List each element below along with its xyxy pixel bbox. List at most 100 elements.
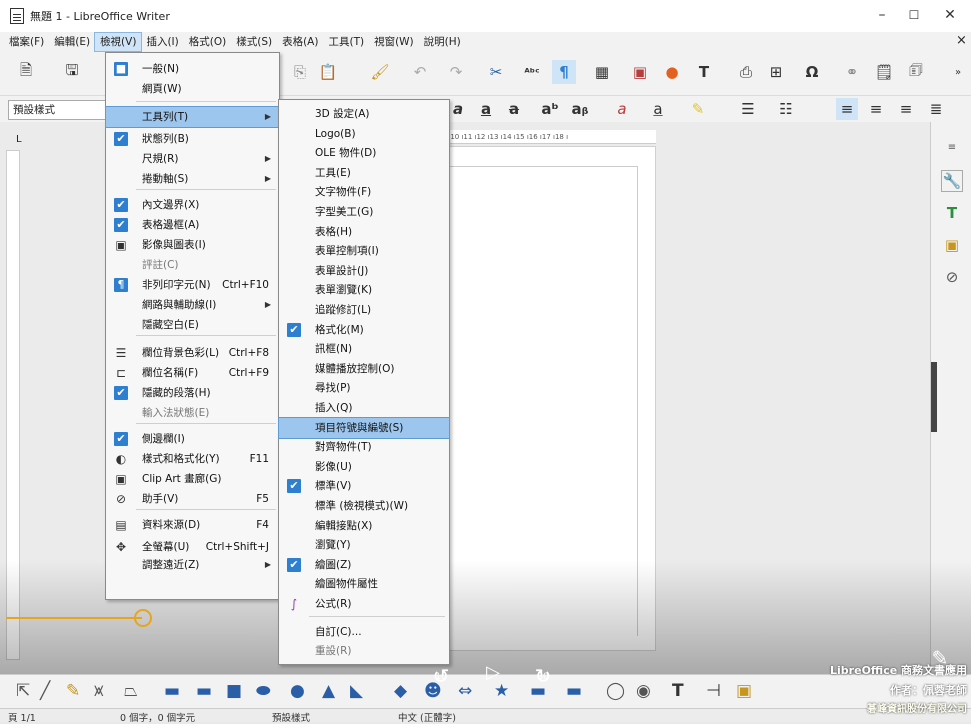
view-menu-item[interactable]: ◐ 樣式和格式化(Y) F11 bbox=[106, 449, 279, 469]
view-menu-item[interactable]: 捲動軸(S) ▶ bbox=[106, 169, 279, 189]
insert-chart-icon[interactable]: ● bbox=[660, 60, 684, 84]
styles-icon[interactable]: T bbox=[941, 202, 963, 224]
view-menu-item[interactable]: 隱藏空白(E) bbox=[106, 315, 279, 335]
stars-icon[interactable]: ★ bbox=[494, 681, 509, 701]
properties-icon[interactable]: 🔧 bbox=[941, 170, 963, 192]
toolbars-menu-item[interactable]: 表格(H) bbox=[279, 222, 449, 242]
view-menu-item[interactable]: ▣ Clip Art 畫廊(G) bbox=[106, 469, 279, 489]
circle-icon[interactable]: ● bbox=[290, 681, 305, 701]
line-icon[interactable]: ╱ bbox=[40, 681, 50, 701]
menu-styles[interactable]: 樣式(S) bbox=[231, 33, 277, 51]
fontwork-icon[interactable]: ◉ bbox=[636, 681, 651, 701]
toolbars-menu-item[interactable]: 瀏覽(Y) bbox=[279, 535, 449, 555]
insert-table-icon[interactable]: ▦ bbox=[590, 60, 614, 84]
triangle-icon[interactable]: ▲ bbox=[322, 681, 335, 701]
view-menu-item[interactable]: ¶ 非列印字元(N) Ctrl+F10 bbox=[106, 275, 279, 295]
toolbars-menu-item[interactable]: ✔ 標準(V) bbox=[279, 476, 449, 496]
view-menu-item[interactable]: 評註(C) bbox=[106, 255, 279, 275]
flowchart-icon[interactable]: ▬ bbox=[566, 681, 582, 701]
align-right-icon[interactable]: ≡ bbox=[896, 98, 916, 120]
insert-field-icon[interactable]: ⊞ bbox=[764, 60, 788, 84]
select-icon[interactable]: ⇱ bbox=[16, 681, 30, 701]
toolbars-menu-item[interactable]: 3D 設定(A) bbox=[279, 104, 449, 124]
toolbars-menu-item[interactable]: 文字物件(F) bbox=[279, 182, 449, 202]
view-menu-item[interactable]: ⊘ 助手(V) F5 bbox=[106, 489, 279, 509]
toolbars-menu-item[interactable]: 繪圖物件屬性 bbox=[279, 574, 449, 594]
italic-icon[interactable]: a bbox=[448, 98, 468, 120]
special-character-icon[interactable]: Ω bbox=[800, 60, 824, 84]
view-menu-item[interactable]: ✔ 隱藏的段落(H) bbox=[106, 383, 279, 403]
toolbars-menu-item[interactable]: ✔ 格式化(M) bbox=[279, 320, 449, 340]
video-progress-bar[interactable] bbox=[6, 617, 142, 619]
view-menu-item[interactable]: ▤ 資料來源(D) F4 bbox=[106, 515, 279, 535]
view-menu-item[interactable]: 網頁(W) bbox=[106, 79, 279, 99]
toolbars-menu-item[interactable]: 編輯接點(X) bbox=[279, 516, 449, 536]
minimize-button[interactable]: – bbox=[872, 6, 892, 24]
menu-format[interactable]: 格式(O) bbox=[184, 33, 231, 51]
rectangle-icon[interactable]: ▬ bbox=[164, 681, 180, 701]
toolbars-menu-item[interactable]: 媒體播放控制(O) bbox=[279, 359, 449, 379]
view-menu-item[interactable]: 調整遠近(Z) ▶ bbox=[106, 555, 279, 575]
view-menu-item[interactable]: 網路與輔助線(I) ▶ bbox=[106, 295, 279, 315]
pencil-icon[interactable]: ✎ bbox=[66, 681, 80, 701]
bullets-icon[interactable]: ☰ bbox=[738, 98, 758, 120]
polygon-icon[interactable]: ⏢ bbox=[124, 681, 138, 701]
toolbars-menu-item[interactable]: OLE 物件(D) bbox=[279, 143, 449, 163]
toolbars-menu-item[interactable]: 表單控制項(I) bbox=[279, 241, 449, 261]
align-left-icon[interactable]: ≡ bbox=[836, 98, 858, 120]
toolbars-menu-item[interactable]: 工具(E) bbox=[279, 163, 449, 183]
gallery-bar-icon[interactable]: ▣ bbox=[736, 681, 752, 701]
menu-tools[interactable]: 工具(T) bbox=[323, 33, 369, 51]
toolbars-menu-item[interactable]: 追蹤修訂(L) bbox=[279, 300, 449, 320]
toolbars-menu-item[interactable]: 尋找(P) bbox=[279, 378, 449, 398]
highlight-icon[interactable]: ✎ bbox=[688, 98, 708, 120]
view-menu-item[interactable]: 工具列(T) ▶ bbox=[105, 106, 280, 128]
superscript-icon[interactable]: aᵇ bbox=[540, 98, 560, 120]
view-menu-item[interactable]: ✔ 狀態列(B) bbox=[106, 129, 279, 149]
spelling-icon[interactable]: ᴬᵇᶜ bbox=[520, 60, 544, 84]
insert-text-icon[interactable]: T bbox=[672, 681, 684, 701]
strikethrough-icon[interactable]: a bbox=[504, 98, 524, 120]
navigator-icon[interactable]: ⊘ bbox=[941, 266, 963, 288]
menu-window[interactable]: 視窗(W) bbox=[369, 33, 419, 51]
footnote-icon[interactable]: 🗒 bbox=[872, 60, 896, 84]
toolbars-menu-item[interactable]: 表單設計(J) bbox=[279, 261, 449, 281]
sidebar-collapse-handle[interactable] bbox=[931, 362, 937, 432]
view-menu-item[interactable]: ■ 一般(N) bbox=[106, 59, 279, 79]
more-tools-icon[interactable]: » bbox=[950, 60, 966, 84]
menu-table[interactable]: 表格(A) bbox=[277, 33, 323, 51]
copy-icon[interactable]: ⎘ bbox=[288, 60, 312, 84]
view-menu-item[interactable]: ✔ 側邊欄(I) bbox=[106, 429, 279, 449]
gallery-icon[interactable]: ▣ bbox=[941, 234, 963, 256]
rounded-rect-icon[interactable]: ▬ bbox=[196, 681, 212, 701]
view-menu-item[interactable]: ▣ 影像與圖表(I) bbox=[106, 235, 279, 255]
close-button[interactable]: ✕ bbox=[940, 6, 960, 24]
new-document-icon[interactable]: 🗎 bbox=[14, 60, 38, 84]
toolbars-menu-item[interactable]: 訊框(N) bbox=[279, 339, 449, 359]
formatting-marks-icon[interactable]: ¶ bbox=[552, 60, 576, 84]
toolbars-menu-item[interactable]: 影像(U) bbox=[279, 457, 449, 477]
block-arrows-icon[interactable]: ⇔ bbox=[458, 681, 472, 701]
square-icon[interactable]: ■ bbox=[226, 681, 242, 701]
view-menu-item[interactable]: ✥ 全螢幕(U) Ctrl+Shift+J bbox=[106, 537, 279, 557]
view-menu-item[interactable]: ✔ 表格邊框(A) bbox=[106, 215, 279, 235]
toolbars-menu-item[interactable]: 自訂(C)... bbox=[279, 622, 449, 642]
play-icon[interactable]: ▷ bbox=[480, 662, 506, 683]
toolbars-menu-item[interactable]: Logo(B) bbox=[279, 124, 449, 144]
curve-icon[interactable]: ⩙ bbox=[94, 681, 104, 701]
menu-view[interactable]: 檢視(V) bbox=[94, 32, 143, 52]
video-progress-knob[interactable] bbox=[134, 609, 152, 627]
undo-icon[interactable]: ↶ bbox=[408, 60, 432, 84]
comment-shape-icon[interactable]: ◯ bbox=[606, 681, 625, 701]
clone-formatting-icon[interactable]: 🖌 bbox=[368, 60, 392, 84]
insert-textbox-icon[interactable]: T bbox=[692, 60, 716, 84]
insert-image-icon[interactable]: ▣ bbox=[628, 60, 652, 84]
paste-icon[interactable]: 📋 bbox=[316, 60, 340, 84]
toolbars-menu-item[interactable]: 重設(R) bbox=[279, 641, 449, 661]
view-menu-item[interactable]: 尺規(R) ▶ bbox=[106, 149, 279, 169]
tab-stop-icon[interactable]: L bbox=[16, 134, 22, 145]
subscript-icon[interactable]: aᵦ bbox=[570, 98, 590, 120]
sidebar-menu-icon[interactable]: ≡ bbox=[941, 136, 963, 158]
insert-pagebreak-icon[interactable]: ⎙ bbox=[734, 60, 758, 84]
toolbars-menu-item[interactable]: 標準 (檢視模式)(W) bbox=[279, 496, 449, 516]
